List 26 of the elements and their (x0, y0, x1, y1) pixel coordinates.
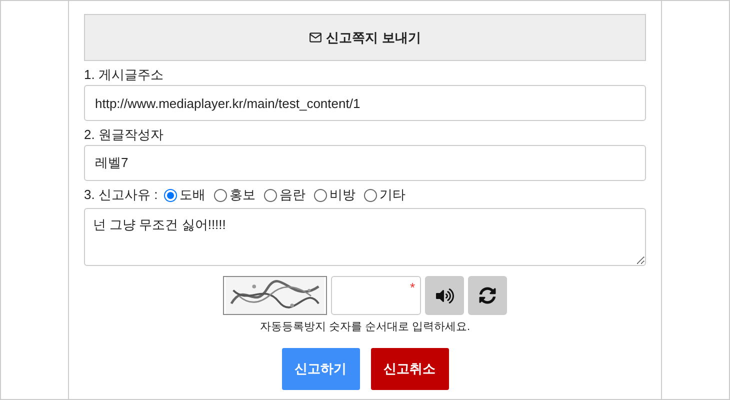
required-mark: * (410, 279, 415, 297)
message-field[interactable]: 넌 그냥 무조건 싫어!!!!! (84, 208, 646, 266)
radio-button[interactable] (164, 188, 177, 202)
text-field[interactable]: http://www.mediaplayer.kr/main/test_content/1 (84, 85, 646, 121)
radio-label: 홍보 (230, 186, 256, 204)
text-field[interactable]: 레벨7 (84, 145, 646, 181)
radio-button[interactable] (214, 188, 227, 202)
field-label: 2. 원글작성자 (84, 126, 164, 144)
refresh-button[interactable] (468, 276, 507, 315)
audio-button[interactable] (425, 276, 464, 315)
radio-button[interactable] (364, 188, 377, 202)
radio-label: 음란 (280, 186, 306, 204)
field-label: 1. 게시글주소 (84, 66, 164, 84)
cancel-button[interactable]: 신고취소 (370, 348, 448, 390)
radio-button[interactable] (264, 188, 277, 202)
mail-icon (309, 31, 322, 44)
radio-label: 비방 (330, 186, 356, 204)
header-title: 신고쪽지 보내기 (326, 28, 421, 47)
radio-label: 도배 (180, 186, 206, 204)
captcha-hint: 자동등록방지 숫자를 순서대로 입력하세요. (258, 320, 472, 335)
speaker-icon (436, 286, 454, 304)
refresh-icon (479, 287, 496, 304)
captcha-field[interactable]: * (331, 276, 421, 315)
field-label: 3. 신고사유 : (84, 186, 158, 204)
radio-button[interactable] (314, 188, 327, 202)
radio-label: 기타 (380, 186, 406, 204)
